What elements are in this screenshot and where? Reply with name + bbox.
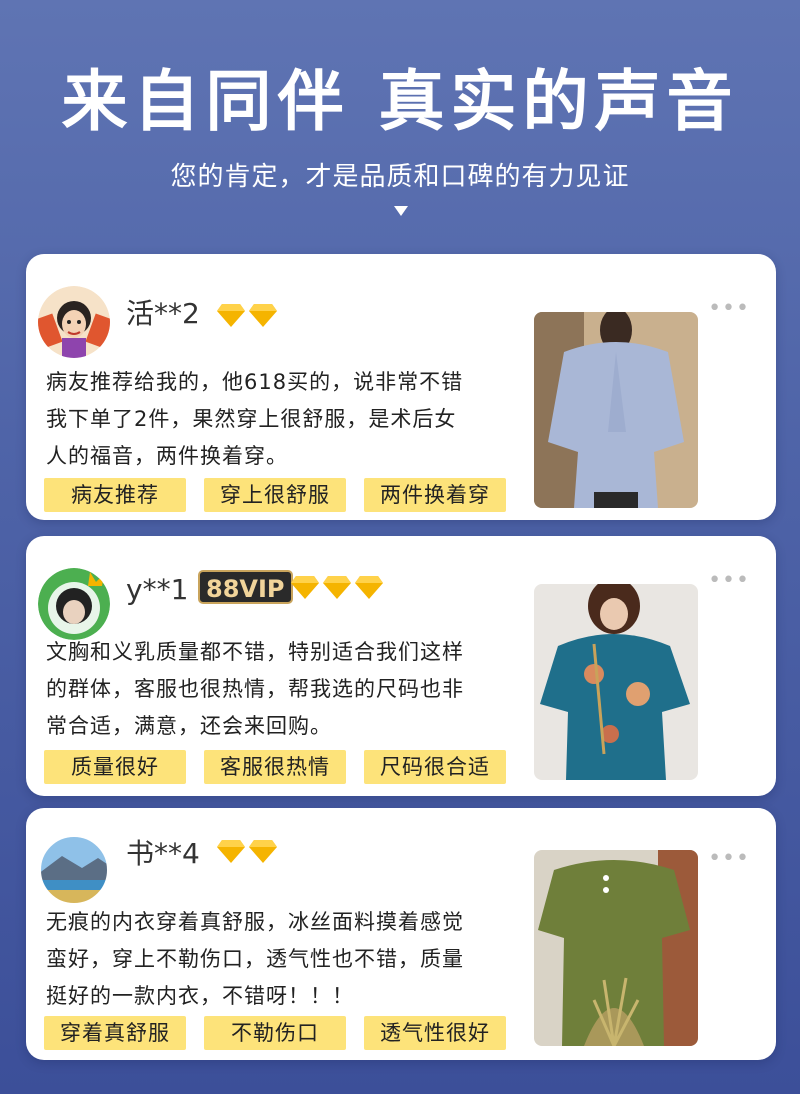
review-text-line: 的群体，客服也很热情，帮我选的尺码也非 — [46, 677, 464, 701]
diamond-rating — [216, 838, 278, 868]
review-card: y**1 88VIP ••• 文胸和义乳质量都不错，特别适合我们这样 的群体，客… — [26, 536, 776, 796]
diamond-icon — [323, 576, 351, 599]
review-text-line: 挺好的一款内衣，不错呀！！！ — [46, 984, 354, 1008]
diamond-icon — [249, 304, 277, 327]
vip-badge: 88VIP — [198, 570, 293, 604]
review-tag[interactable]: 穿上很舒服 — [204, 478, 346, 512]
diamond-icon — [291, 576, 319, 599]
review-text-line: 蛮好，穿上不勒伤口，透气性也不错，质量 — [46, 947, 464, 971]
review-tag[interactable]: 质量很好 — [44, 750, 186, 784]
review-tags: 穿着真舒服 不勒伤口 透气性很好 — [44, 1016, 506, 1050]
review-tag[interactable]: 病友推荐 — [44, 478, 186, 512]
review-text-line: 常合适，满意，还会来回购。 — [46, 714, 332, 738]
diamond-icon — [217, 840, 245, 863]
avatar[interactable] — [38, 568, 110, 640]
review-tag[interactable]: 透气性很好 — [364, 1016, 506, 1050]
more-options-icon[interactable]: ••• — [708, 298, 750, 320]
review-text-line: 人的福音，两件换着穿。 — [46, 444, 288, 468]
review-tag[interactable]: 尺码很合适 — [364, 750, 506, 784]
diamond-rating — [290, 574, 384, 604]
header: 来自同伴 真实的声音 您的肯定，才是品质和口碑的有力见证 — [0, 0, 800, 250]
review-tag[interactable]: 客服很热情 — [204, 750, 346, 784]
review-text-line: 病友推荐给我的，他618买的，说非常不错 — [46, 370, 464, 394]
diamond-icon — [217, 304, 245, 327]
username: 活**2 — [126, 297, 200, 330]
review-tags: 病友推荐 穿上很舒服 两件换着穿 — [44, 478, 506, 512]
review-text-line: 我下单了2件，果然穿上很舒服，是术后女 — [46, 407, 457, 431]
username: 书**4 — [126, 837, 200, 870]
page-subtitle: 您的肯定，才是品质和口碑的有力见证 — [170, 162, 630, 192]
username: y**1 — [126, 573, 189, 606]
more-options-icon[interactable]: ••• — [708, 848, 750, 870]
product-photo[interactable] — [534, 312, 698, 508]
avatar[interactable] — [38, 286, 110, 358]
review-card: 活**2 ••• 病友推荐给我的，他618买的，说非常不错 我下单了2件，果然穿… — [26, 254, 776, 520]
down-arrow-icon — [394, 206, 408, 216]
more-options-icon[interactable]: ••• — [708, 570, 750, 592]
review-text-line: 文胸和义乳质量都不错，特别适合我们这样 — [46, 640, 464, 664]
review-tags: 质量很好 客服很热情 尺码很合适 — [44, 750, 506, 784]
product-photo[interactable] — [534, 850, 698, 1046]
review-tag[interactable]: 不勒伤口 — [204, 1016, 346, 1050]
review-tag[interactable]: 两件换着穿 — [364, 478, 506, 512]
review-tag[interactable]: 穿着真舒服 — [44, 1016, 186, 1050]
review-text: 病友推荐给我的，他618买的，说非常不错 我下单了2件，果然穿上很舒服，是术后女… — [46, 364, 516, 475]
diamond-icon — [249, 840, 277, 863]
review-text: 文胸和义乳质量都不错，特别适合我们这样 的群体，客服也很热情，帮我选的尺码也非 … — [46, 634, 516, 745]
page-title: 来自同伴 真实的声音 — [61, 63, 739, 140]
diamond-icon — [355, 576, 383, 599]
review-text-line: 无痕的内衣穿着真舒服，冰丝面料摸着感觉 — [46, 910, 464, 934]
review-card: 书**4 ••• 无痕的内衣穿着真舒服，冰丝面料摸着感觉 蛮好，穿上不勒伤口，透… — [26, 808, 776, 1060]
diamond-rating — [216, 302, 278, 332]
review-text: 无痕的内衣穿着真舒服，冰丝面料摸着感觉 蛮好，穿上不勒伤口，透气性也不错，质量 … — [46, 904, 516, 1015]
product-photo[interactable] — [534, 584, 698, 780]
avatar[interactable] — [38, 834, 110, 906]
